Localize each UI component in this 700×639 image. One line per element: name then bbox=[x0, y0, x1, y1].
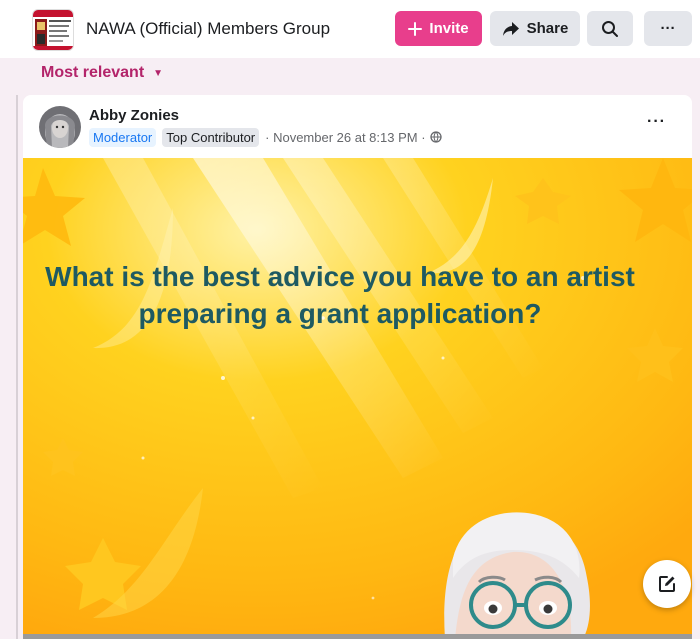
scroll-edge bbox=[16, 95, 18, 639]
sort-label: Most relevant bbox=[41, 64, 145, 81]
group-header: NAWA (Official) Members Group Invite Sha… bbox=[0, 0, 700, 58]
media-bottom-edge bbox=[23, 634, 692, 639]
post-timestamp[interactable]: · November 26 at 8:13 PM · bbox=[265, 130, 425, 145]
compose-button[interactable] bbox=[643, 560, 691, 608]
share-label: Share bbox=[526, 20, 569, 37]
caret-down-icon: ▼ bbox=[153, 67, 164, 79]
media-background bbox=[23, 158, 692, 639]
post-card: Abby Zonies Moderator Top Contributor · … bbox=[23, 95, 692, 639]
group-thumbnail[interactable] bbox=[32, 9, 74, 51]
more-dots-icon: ··· bbox=[660, 20, 676, 37]
more-options-button[interactable]: ··· bbox=[644, 11, 692, 46]
group-name[interactable]: NAWA (Official) Members Group bbox=[86, 19, 330, 39]
sort-dropdown[interactable]: Most relevant ▼ bbox=[41, 64, 163, 82]
search-icon bbox=[601, 20, 619, 38]
share-button[interactable]: Share bbox=[490, 11, 580, 46]
post-question-text: What is the best advice you have to an a… bbox=[45, 261, 635, 329]
avatar[interactable] bbox=[39, 106, 81, 148]
post-media[interactable] bbox=[23, 158, 692, 639]
moderator-badge: Moderator bbox=[89, 127, 157, 147]
post-author[interactable]: Abby Zonies bbox=[89, 107, 179, 124]
search-button[interactable] bbox=[587, 11, 633, 46]
post-meta: Moderator Top Contributor · November 26 … bbox=[89, 127, 442, 147]
post-more-button[interactable]: ··· bbox=[647, 113, 666, 131]
share-arrow-icon bbox=[502, 21, 520, 37]
globe-icon bbox=[429, 131, 442, 143]
top-contributor-badge: Top Contributor bbox=[162, 127, 260, 147]
invite-label: Invite bbox=[429, 20, 469, 37]
compose-icon bbox=[657, 574, 677, 594]
invite-button[interactable]: Invite bbox=[395, 11, 482, 46]
plus-icon bbox=[408, 21, 423, 36]
